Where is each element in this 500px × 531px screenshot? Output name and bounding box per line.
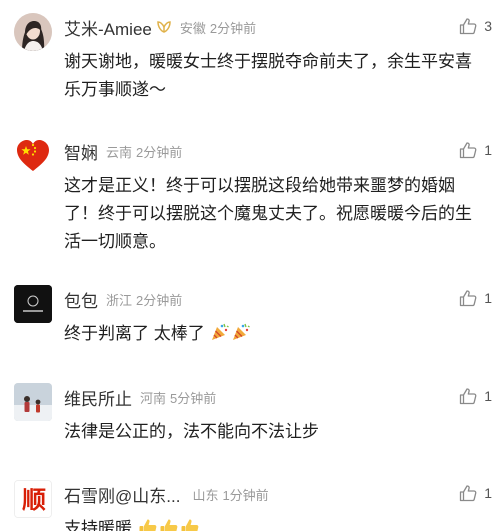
party-popper-icon [210,322,230,351]
thumbs-up-outline-icon [460,18,477,35]
comment-header: 智娴 云南 2分钟前 [64,139,430,163]
user-name[interactable]: 维民所止 [64,385,132,410]
comment-feed: 艾米-Amiee 安徽 2分钟前 3 谢天谢地，暖暖女士终于摆脱夺命前夫了，余生平… [0,0,500,531]
comment-time: 2分钟前 [209,20,257,36]
comment-header: 石雪刚@山东... 山东 1分钟前 [64,482,430,506]
comment-text: 法律是公正的，法不能向不法让步 [64,422,319,441]
comment-text-content: 终于判离了 太棒了 [64,324,205,343]
thumbs-up-icon [138,517,158,531]
user-name[interactable]: 艾米-Amiee [64,15,152,40]
comment-header: 维民所止 河南 5分钟前 [64,385,430,409]
thumbs-up-outline-icon [460,485,477,502]
thumbs-up-outline-icon [460,290,477,307]
comment-text: 这才是正义！终于可以摆脱这段给她带来噩梦的婚姻了！终于可以摆脱这个魔鬼丈夫了。祝… [64,176,472,251]
gold-ribbon-badge-icon [156,19,172,35]
user-name[interactable]: 包包 [64,287,98,312]
comment-header: 艾米-Amiee 安徽 2分钟前 [64,15,430,39]
dark-logo-avatar[interactable] [14,285,52,323]
comment-header: 包包 浙江 2分钟前 [64,287,430,311]
like-button[interactable]: 1 [459,141,492,159]
thumbs-up-outline-icon [460,388,477,405]
comment-time: 5分钟前 [170,390,217,406]
like-button[interactable]: 3 [459,17,492,35]
comment-text-content: 支持暖暖 [64,519,132,531]
like-count: 1 [484,290,492,306]
user-name[interactable]: 石雪刚@山东... [64,482,180,507]
party-popper-icon [231,322,251,351]
like-button[interactable]: 1 [459,289,492,307]
comment-text: 支持暖暖 [64,515,484,531]
comment-meta: 河南 5分钟前 [140,388,216,407]
comment-meta: 浙江 2分钟前 [106,290,182,309]
comment-meta: 安徽 2分钟前 [180,18,256,37]
comment-text: 谢天谢地，暖暖女士终于摆脱夺命前夫了，余生平安喜乐万事顺遂～ [64,52,472,99]
comment-meta: 山东 1分钟前 [192,485,268,504]
like-count: 1 [484,142,492,158]
comment-meta: 云南 2分钟前 [106,142,182,161]
like-button[interactable]: 1 [459,484,492,502]
like-count: 1 [484,485,492,501]
comment-time: 1分钟前 [222,487,269,503]
thumbs-up-icon [159,517,179,531]
like-button[interactable]: 1 [459,387,492,405]
comment-location: 云南 [106,144,133,160]
family-snow-photo-avatar[interactable] [14,383,52,421]
shun-logo-avatar[interactable]: 顺 [14,480,52,518]
comment-text: 终于判离了 太棒了 [64,320,484,351]
comment-location: 安徽 [179,20,206,36]
like-count: 3 [484,18,492,34]
comment-time: 2分钟前 [136,292,183,308]
woman-portrait-avatar[interactable] [14,13,52,51]
comment-location: 河南 [140,390,167,406]
avatar-logo-text: 顺 [22,486,46,514]
comment-time: 2分钟前 [136,144,183,160]
comment-location: 浙江 [106,292,133,308]
thumbs-up-icon [180,517,200,531]
comment-location: 山东 [192,487,219,503]
like-count: 1 [484,388,492,404]
china-flag-heart-avatar[interactable] [14,137,52,175]
user-name[interactable]: 智娴 [64,139,98,164]
thumbs-up-outline-icon [460,142,477,159]
